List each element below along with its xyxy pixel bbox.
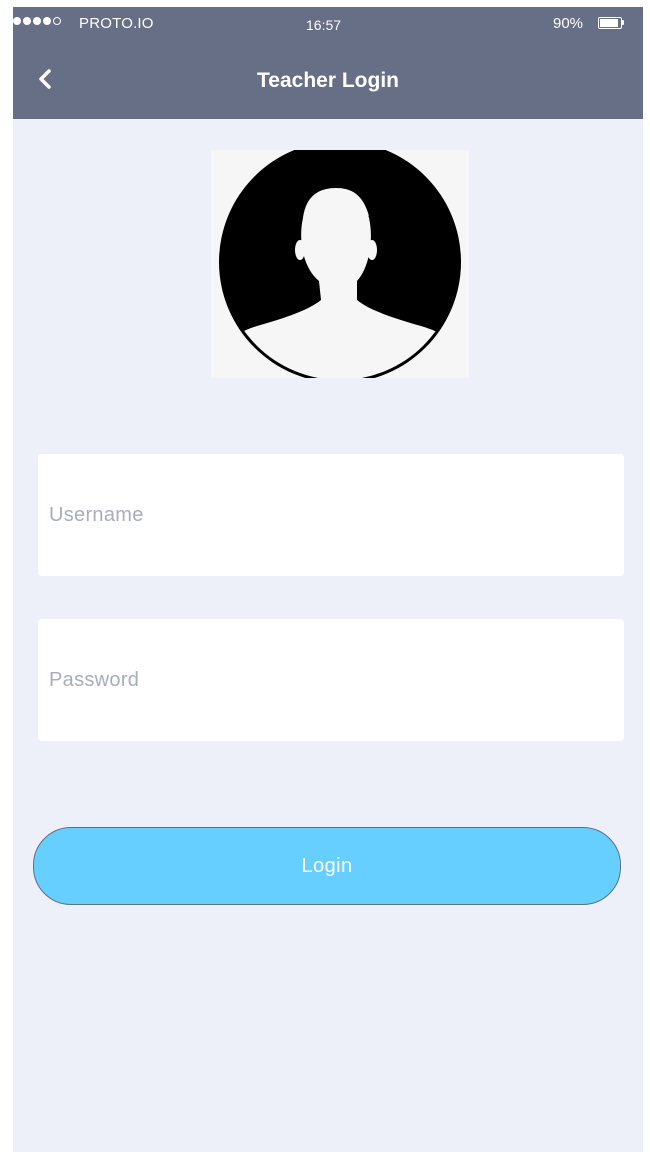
signal-dot <box>23 17 31 25</box>
avatar <box>211 141 469 383</box>
header: PROTO.IO 16:57 90% Teacher Login <box>13 7 643 119</box>
signal-strength-icon <box>13 17 61 25</box>
password-input[interactable] <box>38 619 624 741</box>
signal-dot <box>43 17 51 25</box>
signal-dot <box>33 17 41 25</box>
status-time: 16:57 <box>306 17 342 33</box>
password-field-container <box>38 619 624 741</box>
username-field-container <box>38 454 624 576</box>
battery-percent: 90% <box>553 15 584 32</box>
battery-level <box>600 19 618 27</box>
signal-dot <box>53 17 61 25</box>
battery-icon <box>598 17 622 29</box>
username-input[interactable] <box>38 454 624 576</box>
login-button[interactable]: Login <box>33 827 621 905</box>
battery-tip <box>622 20 624 25</box>
carrier-name: PROTO.IO <box>79 15 154 32</box>
nav-bar: Teacher Login <box>13 47 643 117</box>
page-title: Teacher Login <box>257 69 399 92</box>
app-screen: PROTO.IO 16:57 90% Teacher Login Usernam… <box>13 7 643 1152</box>
status-bar: PROTO.IO 16:57 90% <box>13 7 643 43</box>
user-silhouette-icon <box>219 141 461 383</box>
signal-dot <box>13 17 21 25</box>
